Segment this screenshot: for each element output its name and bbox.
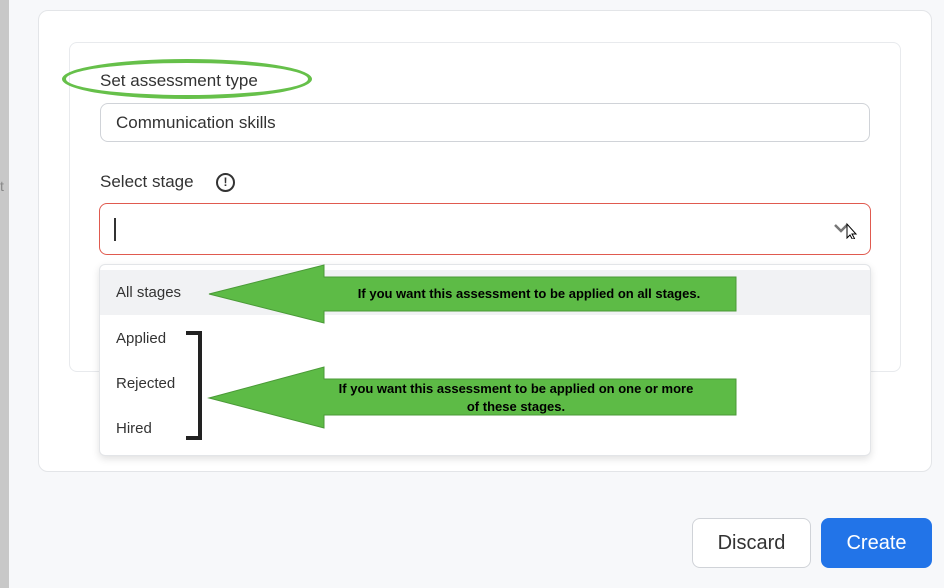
stage-select[interactable] [99,203,871,255]
left-panel-edge [0,0,9,588]
annotation-bracket [186,331,202,440]
select-stage-label: Select stage [100,172,194,191]
annotation-text-line-1: If you want this assessment to be applie… [338,381,694,396]
assessment-type-input[interactable] [100,103,870,142]
chevron-down-icon[interactable] [833,219,859,239]
discard-button[interactable]: Discard [692,518,811,568]
annotation-text-all-stages: If you want this assessment to be applie… [357,286,701,301]
background-text-fragment: t [0,178,4,194]
annotation-highlight-ellipse [62,59,312,99]
annotation-text-some-stages: If you want this assessment to be applie… [306,380,726,416]
annotation-text-line-2: of these stages. [466,399,566,414]
text-caret [114,218,116,241]
create-button[interactable]: Create [821,518,932,568]
info-icon[interactable]: ! [216,173,235,192]
